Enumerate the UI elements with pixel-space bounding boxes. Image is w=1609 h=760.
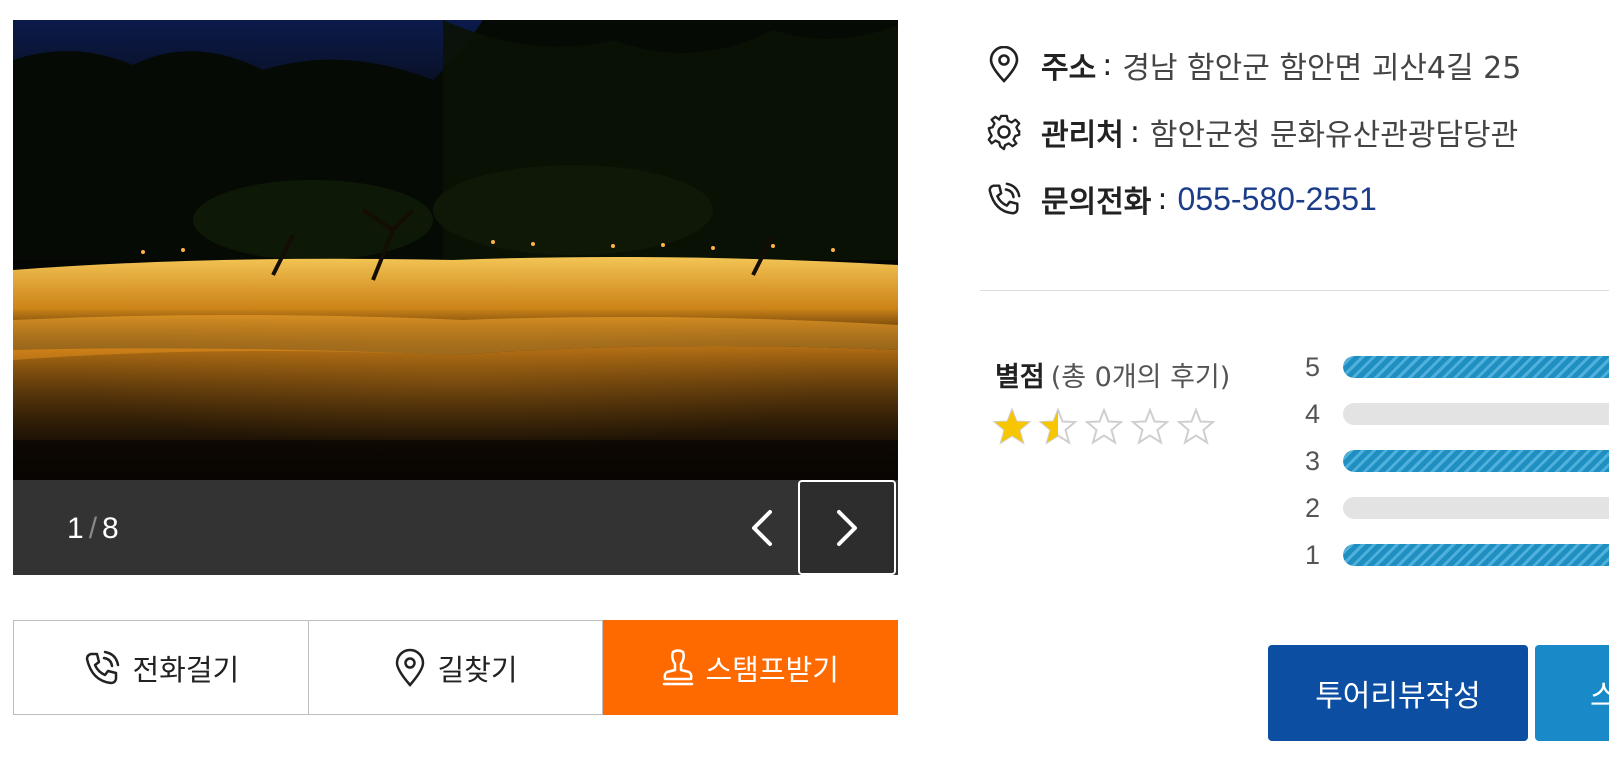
stamp-label: 스탬프받기 — [705, 652, 839, 687]
rating-bar-track — [1342, 450, 1609, 472]
rating-bar-fill — [1342, 450, 1609, 472]
address-value: 경남 함안군 함안면 괴산4길 25 — [1122, 51, 1522, 86]
rating-bar-row: 1 — [1305, 540, 1609, 570]
phone-row: 문의전화:055-580-2551 — [985, 177, 1377, 221]
secondary-button-label: 스 — [1590, 679, 1609, 714]
star-empty-icon — [1177, 408, 1215, 445]
rating-bar-track — [1342, 403, 1609, 425]
address-label: 주소 — [1041, 51, 1097, 86]
chevron-right-icon — [837, 509, 857, 546]
rating-bar-track — [1342, 356, 1609, 378]
map-pin-icon — [985, 46, 1023, 84]
map-pin-icon — [396, 648, 425, 687]
manager-label: 관리처 — [1041, 118, 1124, 153]
rating-bar-track — [1342, 497, 1609, 519]
chevron-left-icon — [752, 509, 772, 546]
directions-label: 길찾기 — [437, 652, 518, 687]
rating-bar-row: 5 — [1305, 352, 1609, 382]
star-empty-icon — [1131, 408, 1169, 445]
rating-bar-label: 1 — [1305, 539, 1321, 570]
phone-number-link[interactable]: 055-580-2551 — [1178, 181, 1377, 218]
action-buttons: 전화걸기 길찾기 스탬프받기 — [13, 620, 899, 715]
star-half-icon — [1039, 408, 1077, 445]
phone-colon: : — [1157, 181, 1168, 217]
stamp-icon — [663, 648, 694, 685]
star-filled-icon — [993, 408, 1031, 445]
rating-bar-fill — [1342, 544, 1609, 566]
star-empty-icon — [1085, 408, 1123, 445]
current-page: 1 — [67, 512, 85, 545]
prev-button[interactable] — [713, 480, 811, 575]
page-counter: 1/8 — [67, 512, 120, 546]
rating-label: 별점 — [995, 362, 1045, 393]
page-separator: / — [88, 512, 99, 545]
rating-bar-row: 3 — [1305, 446, 1609, 476]
phone-icon — [86, 650, 120, 684]
manager-row: 관리처: 함안군청 문화유산관광담당관 — [985, 110, 1518, 154]
manager-colon: : — [1129, 114, 1140, 150]
phone-icon — [985, 180, 1023, 218]
call-button[interactable]: 전화걸기 — [13, 620, 309, 715]
call-label: 전화걸기 — [132, 652, 240, 687]
address-row: 주소: 경남 함안군 함안면 괴산4길 25 — [985, 43, 1521, 87]
rating-bar-row: 2 — [1305, 493, 1609, 523]
write-review-button[interactable]: 투어리뷰작성 — [1268, 645, 1528, 741]
stamp-button[interactable]: 스탬프받기 — [603, 620, 899, 715]
address-colon: : — [1102, 47, 1113, 83]
rating-bar-label: 5 — [1305, 351, 1321, 382]
manager-value: 함안군청 문화유산관광담당관 — [1149, 118, 1519, 153]
directions-button[interactable]: 길찾기 — [308, 620, 604, 715]
rating-bar-track — [1342, 544, 1609, 566]
rating-bar-label: 3 — [1305, 445, 1321, 476]
total-pages: 8 — [102, 512, 120, 545]
secondary-button[interactable]: 스 — [1535, 645, 1609, 741]
gear-icon — [985, 113, 1023, 151]
photo-gallery: 1/8 — [13, 20, 898, 575]
section-divider — [980, 290, 1609, 291]
next-button[interactable] — [798, 480, 896, 575]
rating-bar-label: 2 — [1305, 492, 1321, 523]
write-review-label: 투어리뷰작성 — [1315, 679, 1481, 714]
rating-bar-fill — [1342, 356, 1609, 378]
rating-bar-label: 4 — [1305, 398, 1321, 429]
rating-title: 별점 (총 0개의 후기) — [995, 355, 1230, 394]
phone-label: 문의전화 — [1041, 185, 1152, 220]
gallery-photo[interactable] — [13, 20, 898, 480]
gallery-control-bar: 1/8 — [13, 480, 898, 575]
review-count: (총 0개의 후기) — [1050, 362, 1231, 393]
rating-bar-row: 4 — [1305, 399, 1609, 429]
star-rating — [993, 408, 1215, 446]
